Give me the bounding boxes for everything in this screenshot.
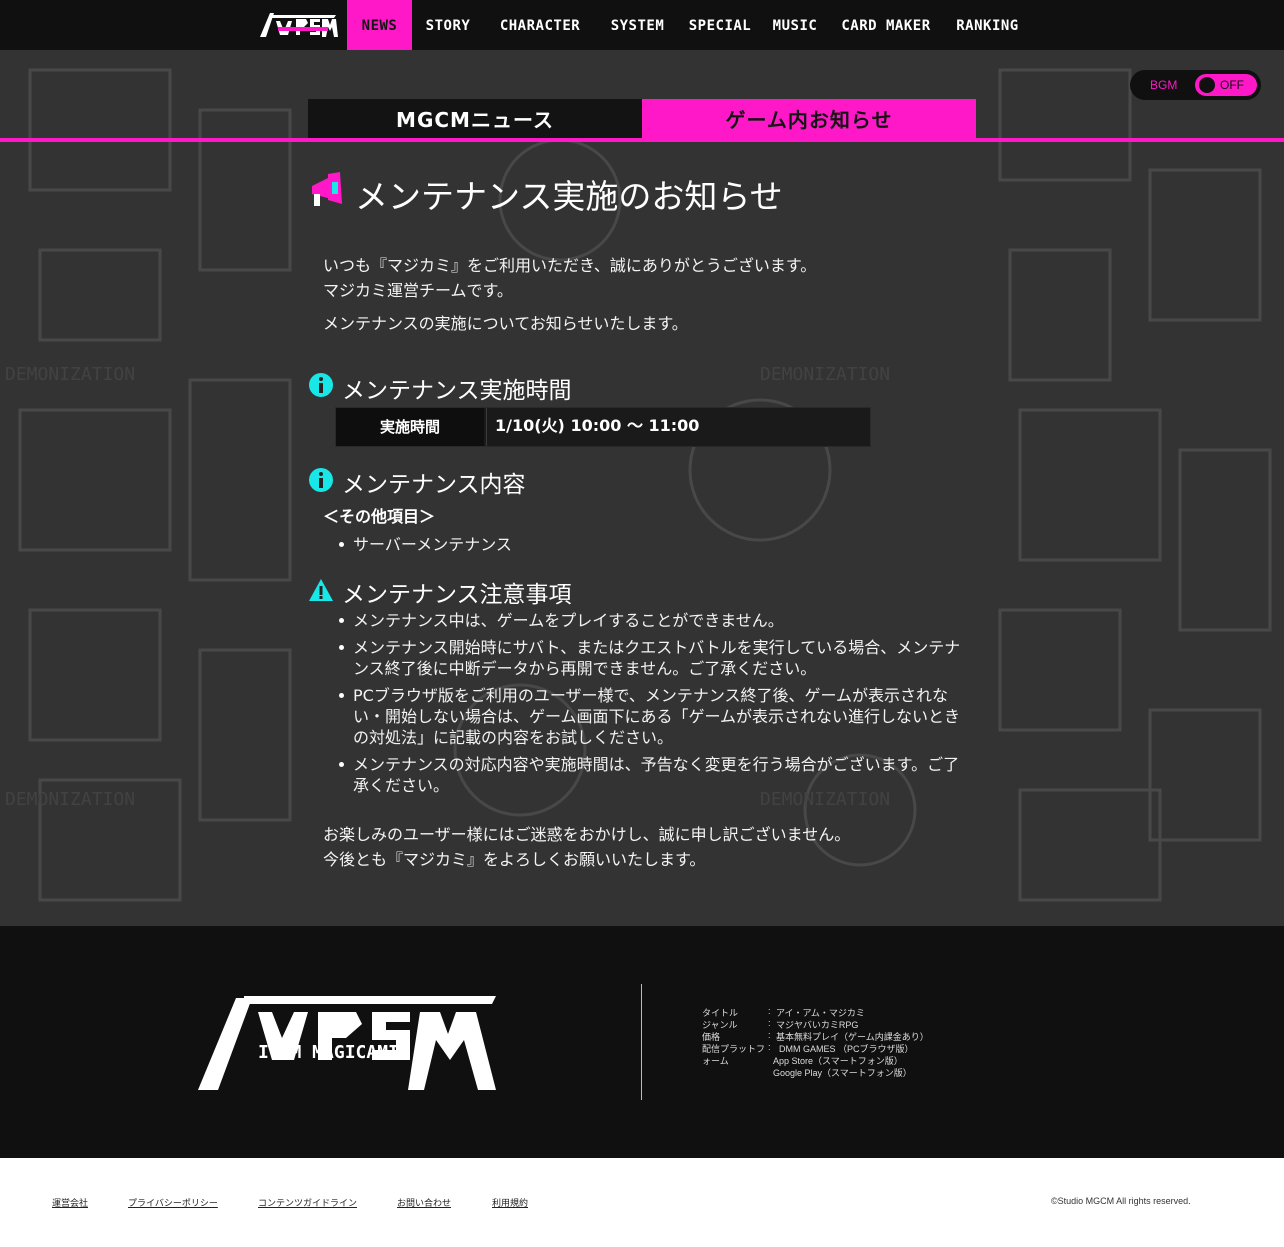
toggle-knob: [1199, 77, 1215, 93]
list-item: メンテナンス中は、ゲームをプレイすることができません。: [335, 610, 965, 631]
info-colon: :: [768, 1042, 771, 1052]
page-title: メンテナンス実施のお知らせ: [355, 177, 783, 216]
outro-line-2: 今後とも『マジカミ』をよろしくお願いいたします。: [323, 850, 706, 869]
maintenance-time-table: 実施時間 1/10(火) 10:00 ～ 11:00: [335, 407, 871, 447]
copyright: ©Studio MGCM All rights reserved.: [1051, 1196, 1191, 1206]
link-privacy-policy[interactable]: プライバシーポリシー: [128, 1196, 218, 1209]
tab-mgcm-news[interactable]: MGCMニュース: [308, 99, 642, 139]
link-contact[interactable]: お問い合わせ: [397, 1196, 451, 1209]
svg-text:DEMONIZATION: DEMONIZATION: [760, 364, 890, 385]
link-content-guideline[interactable]: コンテンツガイドライン: [258, 1196, 357, 1209]
content-list: サーバーメンテナンス: [335, 534, 965, 561]
info-colon: :: [768, 1030, 771, 1040]
info-value: Google Play（スマートフォン版）: [773, 1068, 912, 1078]
nav-card-maker[interactable]: CARD MAKER: [836, 0, 936, 50]
bgm-toggle[interactable]: OFF: [1195, 74, 1257, 96]
top-navigation: NEWS STORY CHARACTER SYSTEM SPECIAL MUSI…: [0, 0, 1284, 50]
nav-music[interactable]: MUSIC: [770, 0, 820, 50]
bgm-control: BGM OFF: [1130, 70, 1261, 100]
link-company[interactable]: 運営会社: [52, 1196, 88, 1209]
nav-news[interactable]: NEWS: [347, 0, 412, 50]
intro-line-3: メンテナンスの実施についてお知らせいたします。: [323, 314, 688, 333]
link-terms[interactable]: 利用規約: [492, 1196, 528, 1209]
megaphone-icon: [312, 172, 342, 206]
time-label: 実施時間: [336, 408, 484, 446]
list-item: メンテナンスの対応内容や実施時間は、予告なく変更を行う場合がございます。ご了承く…: [335, 754, 965, 796]
bgm-state: OFF: [1220, 78, 1244, 92]
nav-character[interactable]: CHARACTER: [492, 0, 588, 50]
footer-logo-text: I AM MAGICAMI: [258, 1042, 399, 1063]
time-value: 1/10(火) 10:00 ～ 11:00: [486, 408, 870, 446]
section-notes-title: メンテナンス注意事項: [342, 582, 572, 608]
info-icon: [309, 468, 333, 492]
section-time-title: メンテナンス実施時間: [342, 378, 572, 404]
content-subhead: ＜その他項目＞: [323, 507, 436, 526]
tab-ingame-notices[interactable]: ゲーム内お知らせ: [642, 99, 976, 139]
info-colon: :: [768, 1018, 771, 1028]
outro-line-1: お楽しみのユーザー様にはご迷惑をおかけし、誠に申し訳ございません。: [323, 825, 851, 844]
footer-divider: [641, 984, 642, 1100]
intro-line-2: マジカミ運営チームです。: [323, 281, 513, 300]
nav-story[interactable]: STORY: [419, 0, 477, 50]
info-colon: :: [768, 1006, 771, 1016]
footer: [0, 926, 1284, 1158]
warning-icon: [309, 579, 333, 601]
svg-text:DEMONIZATION: DEMONIZATION: [5, 789, 135, 810]
list-item: PCブラウザ版をご利用のユーザー様で、メンテナンス終了後、ゲームが表示されない・…: [335, 685, 965, 748]
info-key: ォーム: [702, 1056, 729, 1066]
section-content-title: メンテナンス内容: [342, 472, 526, 498]
tab-underline: [0, 138, 1284, 142]
svg-text:DEMONIZATION: DEMONIZATION: [5, 364, 135, 385]
site-logo[interactable]: [258, 9, 338, 39]
list-item: メンテナンス開始時にサバト、またはクエストバトルを実行している場合、メンテナンス…: [335, 637, 965, 679]
list-item: サーバーメンテナンス: [335, 534, 965, 555]
nav-special[interactable]: SPECIAL: [687, 0, 753, 50]
notes-list: メンテナンス中は、ゲームをプレイすることができません。 メンテナンス開始時にサバ…: [335, 610, 965, 802]
intro-line-1: いつも『マジカミ』をご利用いただき、誠にありがとうございます。: [323, 256, 817, 275]
footer-logo: I AM MAGICAMI: [198, 996, 496, 1090]
info-icon: [309, 373, 333, 397]
nav-ranking[interactable]: RANKING: [952, 0, 1023, 50]
nav-system[interactable]: SYSTEM: [604, 0, 671, 50]
bgm-label: BGM: [1150, 78, 1178, 92]
